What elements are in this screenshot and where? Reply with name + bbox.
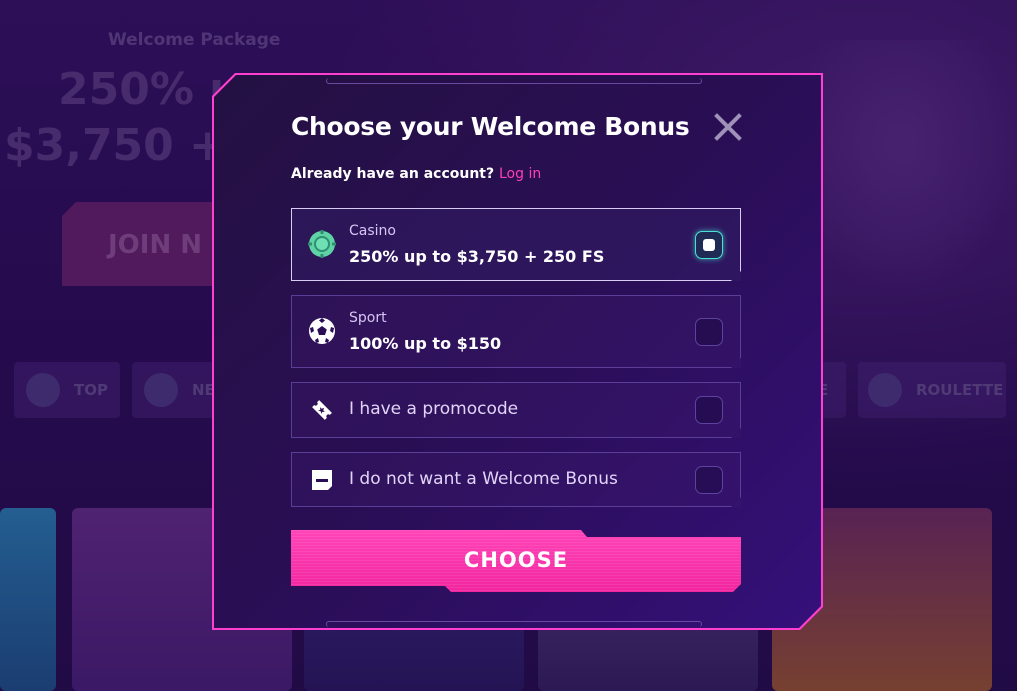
option-promocode[interactable]: I have a promocode	[291, 382, 741, 438]
choose-button-label: CHOOSE	[463, 548, 569, 572]
option-sport-title: 100% up to $150	[349, 334, 502, 353]
close-button[interactable]	[712, 111, 744, 143]
option-sport-subtitle: Sport	[349, 310, 387, 326]
option-casino-subtitle: Casino	[349, 223, 396, 239]
option-casino-radio[interactable]	[695, 231, 723, 259]
choose-button[interactable]: CHOOSE	[291, 530, 741, 592]
option-no-bonus[interactable]: I do not want a Welcome Bonus	[291, 452, 741, 507]
option-casino-title: 250% up to $3,750 + 250 FS	[349, 247, 605, 266]
option-no-bonus-label: I do not want a Welcome Bonus	[349, 469, 618, 489]
soccer-ball-icon	[309, 318, 335, 344]
option-casino[interactable]: Casino 250% up to $3,750 + 250 FS	[291, 208, 741, 281]
option-promocode-label: I have a promocode	[349, 399, 519, 419]
ticket-icon	[312, 400, 332, 420]
casino-chip-icon	[308, 230, 336, 258]
option-border	[291, 208, 741, 281]
option-border	[291, 295, 741, 368]
login-prompt-row: Already have an account? Log in	[291, 166, 541, 182]
close-icon	[714, 113, 742, 141]
minus-square-icon	[312, 470, 332, 490]
option-promocode-radio[interactable]	[695, 396, 723, 424]
option-sport-radio[interactable]	[695, 318, 723, 346]
modal-title: Choose your Welcome Bonus	[291, 112, 690, 141]
modal-top-tab	[326, 78, 702, 84]
login-link[interactable]: Log in	[499, 166, 541, 182]
login-prompt: Already have an account?	[291, 166, 495, 182]
modal-bottom-tab	[326, 621, 702, 627]
option-no-bonus-radio[interactable]	[695, 466, 723, 494]
option-sport[interactable]: Sport 100% up to $150	[291, 295, 741, 368]
